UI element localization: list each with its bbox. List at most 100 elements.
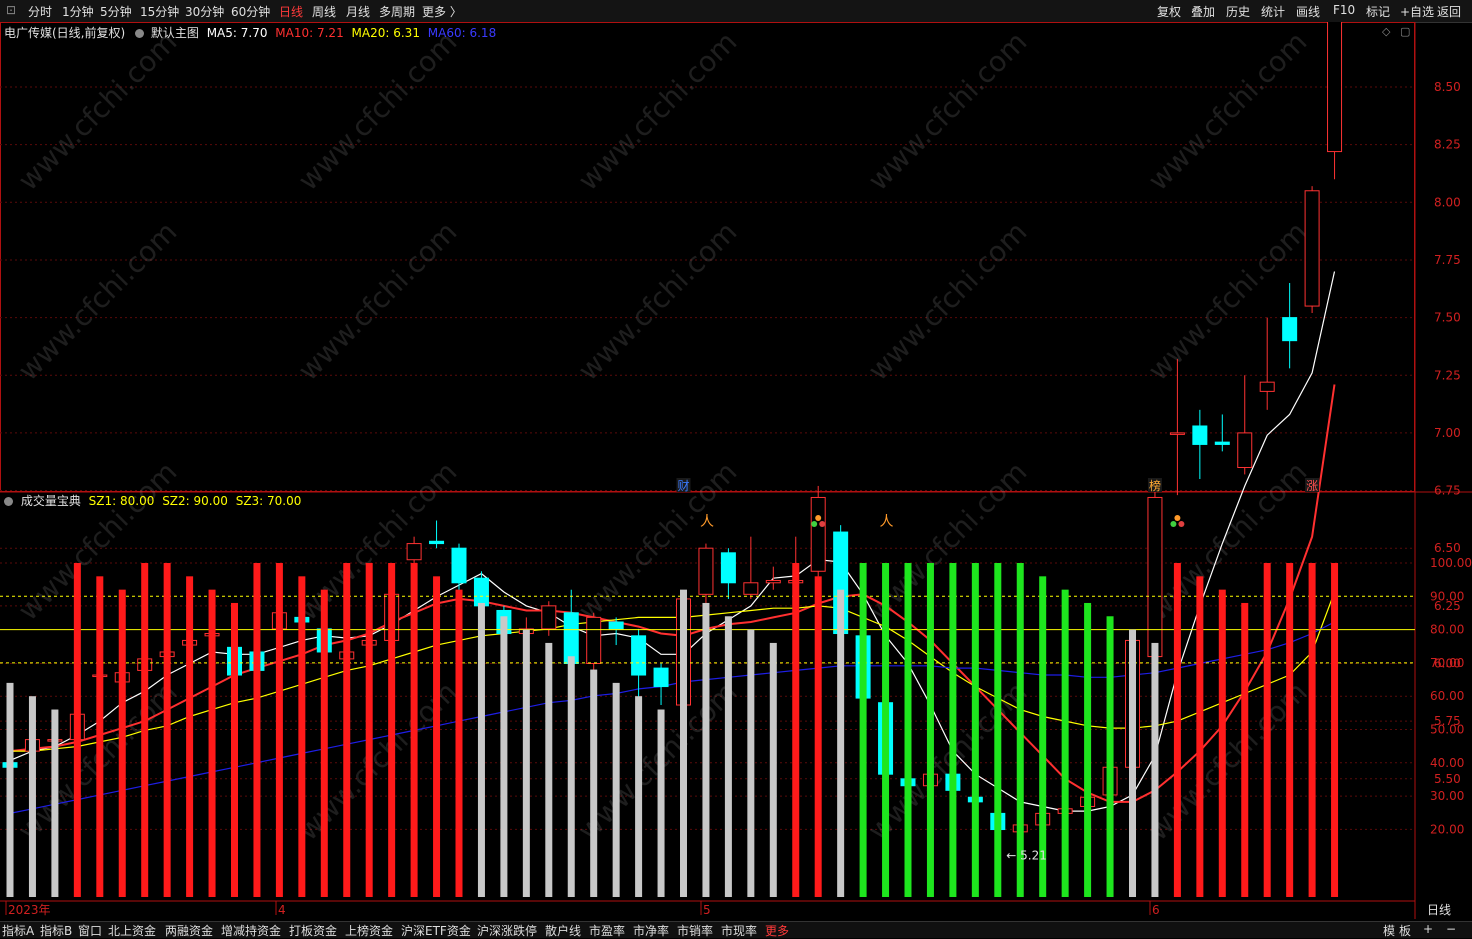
tab-margin-funds[interactable]: 两融资金	[165, 922, 213, 939]
candle-body	[473, 577, 489, 607]
volume-score-bar	[792, 563, 800, 897]
watermark-text: www.cfchi.com	[862, 215, 1034, 387]
tab-northbound-funds[interactable]: 北上资金	[108, 922, 156, 939]
kline-chart-area[interactable]: www.cfchi.com www.cfchi.com www.cfchi.com w…	[0, 22, 1472, 921]
candle-body	[653, 667, 669, 688]
zoom-out-button[interactable]: −	[1446, 922, 1456, 936]
history-button[interactable]: 历史	[1226, 3, 1250, 20]
tab-period-5min[interactable]: 5分钟	[100, 3, 132, 20]
adjust-button[interactable]: 复权	[1157, 3, 1181, 20]
volume-score-bar	[118, 589, 126, 897]
tab-period-1min[interactable]: 1分钟	[62, 3, 94, 20]
volume-score-bar	[433, 576, 441, 897]
diamond-icon[interactable]: ◇	[1382, 25, 1390, 38]
tab-etf-funds[interactable]: 沪深ETF资金	[401, 922, 471, 939]
signal-ball-icon	[811, 521, 818, 527]
candle-body	[586, 616, 602, 665]
candle-body	[765, 579, 781, 584]
volume-score-bar	[680, 589, 687, 897]
indicator-name[interactable]: 成交量宝典	[21, 494, 81, 508]
ma20-label: MA20: 6.31	[351, 26, 420, 40]
signal-ball-icon	[1178, 521, 1185, 527]
template-button-ban[interactable]: 板	[1399, 922, 1411, 939]
volume-score-bar	[545, 642, 553, 897]
ma5-label: MA5: 7.70	[206, 26, 268, 40]
indicator-tick-label: 70.00	[1430, 656, 1464, 670]
volume-score-bar	[455, 589, 463, 897]
stock-title[interactable]: 电广传媒(日线,前复权)	[4, 26, 125, 40]
template-name[interactable]: 默认主图	[151, 26, 199, 40]
f10-button[interactable]: F10	[1333, 3, 1355, 17]
period-label: 日线	[1427, 903, 1451, 917]
x-axis-label: 6	[1152, 903, 1160, 917]
volume-score-bar	[141, 563, 149, 897]
tab-period-weekly[interactable]: 周线	[312, 3, 336, 20]
watermark-text: www.cfchi.com	[292, 25, 464, 197]
tab-more[interactable]: 更多	[765, 922, 789, 939]
event-marker-label[interactable]: 榜	[1149, 478, 1161, 493]
indicator-tick-label: 20.00	[1430, 822, 1464, 836]
volume-score-bar	[477, 602, 485, 897]
price-tick-label: 7.00	[1434, 426, 1461, 440]
tab-pe-ratio[interactable]: 市盈率	[589, 922, 625, 939]
volume-score-bar	[567, 656, 575, 897]
candle-body	[406, 543, 422, 561]
tab-ps-ratio[interactable]: 市销率	[677, 922, 713, 939]
tab-pb-ratio[interactable]: 市净率	[633, 922, 669, 939]
add-watchlist-button[interactable]: +自选	[1400, 3, 1434, 20]
tab-holding-change-funds[interactable]: 增减持资金	[221, 922, 281, 939]
tab-limit-board-funds[interactable]: 打板资金	[289, 922, 337, 939]
panel-toggle-icon[interactable]: ⊡	[6, 3, 16, 17]
tab-period-monthly[interactable]: 月线	[346, 3, 370, 20]
volume-score-bar	[1061, 589, 1069, 897]
tab-limit-up-down[interactable]: 沪深涨跌停	[477, 922, 537, 939]
indicator-tick-label: 80.00	[1430, 623, 1464, 637]
zoom-in-button[interactable]: +	[1423, 922, 1433, 936]
price-tick-label: 5.50	[1434, 772, 1461, 786]
event-marker-label[interactable]: 涨	[1306, 478, 1318, 493]
indicator-dot-icon[interactable]	[4, 497, 13, 506]
draw-line-button[interactable]: 画线	[1296, 3, 1320, 20]
candle-body	[810, 496, 826, 572]
template-dot-icon[interactable]	[135, 29, 145, 38]
tab-period-30min[interactable]: 30分钟	[185, 3, 224, 20]
period-toolbar: ⊡ 分时 1分钟 5分钟 15分钟 30分钟 60分钟 日线 周线 月线 多周期…	[0, 0, 1472, 23]
tab-retail-line[interactable]: 散户线	[545, 922, 581, 939]
watermark-text: www.cfchi.com	[1142, 25, 1314, 197]
tab-period-daily[interactable]: 日线	[279, 3, 303, 20]
watermark-text: www.cfchi.com	[862, 25, 1034, 197]
mark-button[interactable]: 标记	[1366, 3, 1390, 20]
event-marker-label[interactable]: 财	[678, 479, 690, 493]
watermark-text: www.cfchi.com	[572, 455, 744, 627]
tab-period-multi[interactable]: 多周期	[379, 3, 415, 20]
volume-score-bar	[28, 696, 36, 897]
volume-score-bar	[500, 616, 508, 897]
volume-score-bar	[1196, 576, 1204, 897]
tab-period-15min[interactable]: 15分钟	[140, 3, 179, 20]
tab-period-more[interactable]: 更多 〉	[422, 3, 462, 20]
tab-period-60min[interactable]: 60分钟	[231, 3, 270, 20]
tab-indicator-b[interactable]: 指标B	[40, 922, 72, 939]
candle-body	[1147, 496, 1163, 658]
back-button[interactable]: 返回	[1437, 3, 1461, 20]
tab-pcf-ratio[interactable]: 市现率	[721, 922, 757, 939]
template-button-mo[interactable]: 模	[1383, 922, 1395, 939]
volume-score-bar	[51, 709, 59, 897]
tab-indicator-a[interactable]: 指标A	[2, 922, 34, 939]
volume-score-bar	[1106, 616, 1114, 897]
overlay-button[interactable]: 叠加	[1191, 3, 1215, 20]
candle-body	[743, 582, 759, 595]
volume-score-bar	[837, 589, 845, 897]
tab-top-list-funds[interactable]: 上榜资金	[345, 922, 393, 939]
window-restore-icon[interactable]: ▢	[1400, 25, 1410, 38]
candle-body	[631, 635, 647, 676]
volume-score-bar	[343, 563, 351, 897]
volume-score-bar	[365, 563, 373, 897]
statistics-button[interactable]: 统计	[1261, 3, 1285, 20]
tab-window[interactable]: 窗口	[78, 922, 102, 939]
signal-ball-icon	[815, 515, 822, 521]
tab-period-timeshare[interactable]: 分时	[28, 3, 52, 20]
volume-score-bar	[1173, 563, 1181, 897]
volume-score-bar	[1308, 563, 1316, 897]
volume-score-bar	[1218, 589, 1226, 897]
